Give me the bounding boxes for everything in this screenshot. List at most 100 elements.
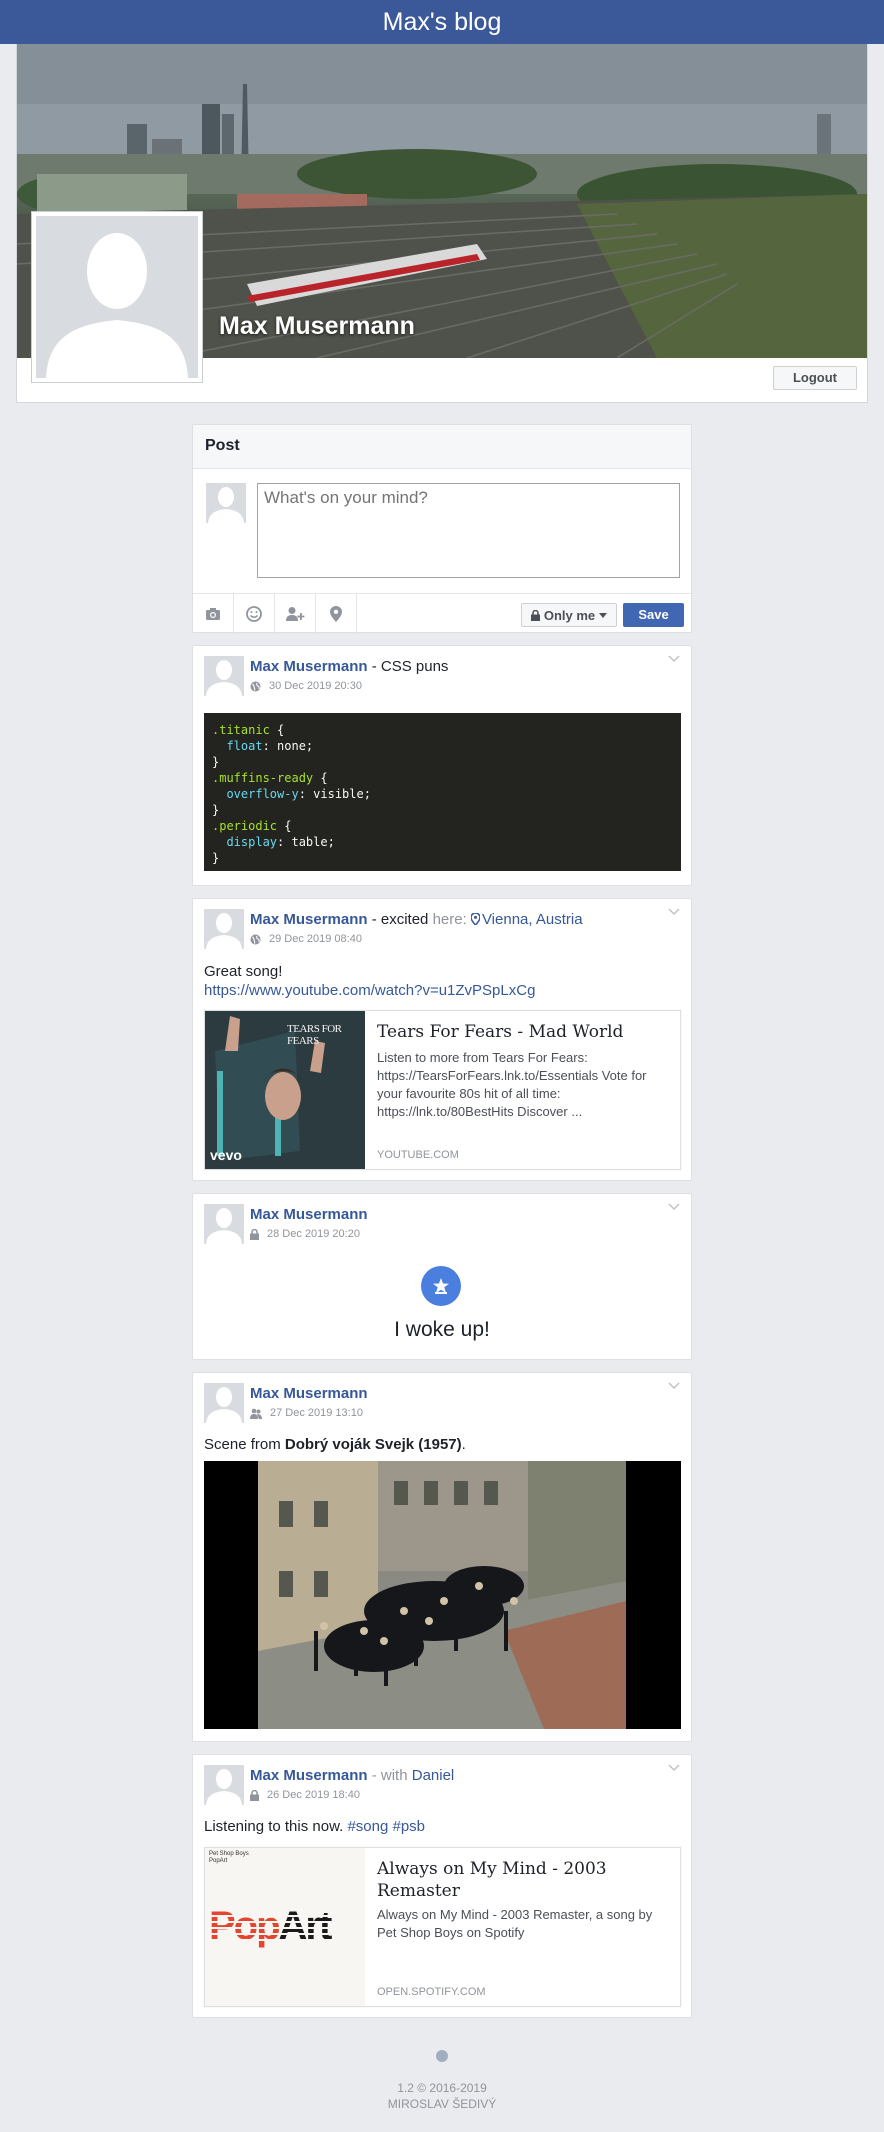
- tag-people-button[interactable]: [275, 594, 316, 634]
- post-meta: 30 Dec 2019 20:30: [250, 680, 362, 692]
- avatar-silhouette-icon: [208, 487, 244, 523]
- post-avatar[interactable]: [204, 656, 244, 696]
- avatar-silhouette-icon: [206, 1387, 242, 1423]
- post-with-label: - with: [367, 1767, 412, 1784]
- link-preview-card[interactable]: TEARS FOR FEARS vevo Tears For Fears - M…: [204, 1010, 681, 1170]
- avatar-silhouette-icon: [206, 660, 242, 696]
- post-author-link[interactable]: Max Musermann: [250, 1767, 368, 1784]
- video-frame: [204, 1461, 681, 1729]
- star-icon: [433, 1278, 449, 1294]
- post-avatar[interactable]: [204, 909, 244, 949]
- location-icon: [330, 606, 342, 622]
- chevron-down-icon[interactable]: [667, 1381, 681, 1391]
- chevron-down-icon[interactable]: [667, 1763, 681, 1773]
- lock-icon: [250, 1789, 259, 1801]
- post-location-link[interactable]: Vienna, Austria: [470, 911, 583, 928]
- friends-icon: [250, 1408, 262, 1419]
- post-avatar[interactable]: [204, 1765, 244, 1805]
- post-title: CSS puns: [380, 658, 449, 675]
- caret-down-icon: [599, 612, 608, 618]
- add-photo-button[interactable]: [193, 594, 234, 634]
- app-title: Max's blog: [382, 8, 502, 36]
- profile-header: Max Musermann Logout: [16, 44, 868, 403]
- life-event-icon: [421, 1266, 461, 1306]
- post-date[interactable]: 28 Dec 2019 20:20: [267, 1228, 360, 1240]
- post-meta: 27 Dec 2019 13:10: [250, 1407, 363, 1419]
- loading-indicator-icon: [436, 2050, 448, 2062]
- avatar-silhouette-icon: [206, 1769, 242, 1805]
- link-description: Always on My Mind - 2003 Remaster, a son…: [377, 1907, 653, 1940]
- life-event-text: I woke up!: [394, 1318, 490, 1341]
- post-author-link[interactable]: Max Musermann: [250, 1206, 368, 1223]
- footer: 1.2 © 2016-2019 MIROSLAV ŠEDIVÝ: [0, 2080, 884, 2112]
- link-domain: YOUTUBE.COM: [377, 1149, 459, 1161]
- link-preview-card[interactable]: Pet Shop Boys PopArt PopArt Always on My …: [204, 1847, 681, 2007]
- thumbnail-text: TEARS FOR FEARS: [287, 1023, 342, 1047]
- post-meta: 28 Dec 2019 20:20: [250, 1228, 360, 1240]
- video-thumbnail: TEARS FOR FEARS vevo: [205, 1011, 365, 1169]
- map-pin-icon: [470, 912, 481, 927]
- vevo-badge: vevo: [210, 1147, 242, 1163]
- post-author-link[interactable]: Max Musermann: [250, 1385, 368, 1402]
- privacy-label: Only me: [543, 607, 596, 623]
- hashtag-link[interactable]: #song: [347, 1818, 388, 1835]
- link-description: Listen to more from Tears For Fears: htt…: [377, 1050, 647, 1119]
- app-title-bar: Max's blog: [0, 0, 884, 44]
- tag-person-icon: [286, 607, 305, 621]
- post-card: Max Musermann 27 Dec 2019 13:10 Scene fr…: [192, 1372, 692, 1742]
- tagged-person-link[interactable]: Daniel: [412, 1767, 455, 1784]
- add-feeling-button[interactable]: [234, 594, 275, 634]
- post-date[interactable]: 30 Dec 2019 20:30: [269, 680, 362, 692]
- avatar-silhouette-icon: [36, 216, 198, 378]
- post-separator: -: [367, 658, 381, 675]
- code-block: .titanic { float: none; } .muffins-ready…: [204, 713, 681, 871]
- post-here-label: here:: [428, 911, 471, 928]
- post-composer: Post What's on your mind? Only me Save: [192, 424, 692, 634]
- link-title[interactable]: Always on My Mind - 2003 Remaster: [377, 1858, 672, 1902]
- chevron-down-icon[interactable]: [667, 907, 681, 917]
- lock-icon: [530, 609, 540, 621]
- album-cover: Pet Shop Boys PopArt PopArt: [205, 1848, 365, 2006]
- hashtag-link[interactable]: #psb: [392, 1818, 425, 1835]
- composer-heading: Post: [193, 425, 691, 469]
- avatar-silhouette-icon: [206, 1208, 242, 1244]
- post-text: Listening to this now. #song #psb: [204, 1818, 426, 1835]
- composer-toolbar: Only me Save: [193, 593, 691, 634]
- globe-icon: [250, 681, 261, 691]
- post-date[interactable]: 26 Dec 2019 18:40: [267, 1789, 360, 1801]
- post-body: Great song! https://www.youtube.com/watc…: [204, 962, 535, 1000]
- save-button[interactable]: Save: [623, 603, 684, 627]
- video-player[interactable]: [204, 1461, 681, 1729]
- chevron-down-icon[interactable]: [667, 654, 681, 664]
- add-location-button[interactable]: [316, 594, 357, 634]
- composer-avatar: [206, 483, 246, 523]
- post-url-link[interactable]: https://www.youtube.com/watch?v=u1ZvPSpL…: [204, 981, 535, 1000]
- post-feeling: - excited: [367, 911, 429, 928]
- post-author-link[interactable]: Max Musermann: [250, 658, 368, 675]
- footer-author[interactable]: MIROSLAV ŠEDIVÝ: [0, 2096, 884, 2112]
- post-header: Max Musermann - excited here: Vienna, Au…: [250, 911, 583, 928]
- post-text: Great song!: [204, 963, 283, 980]
- post-avatar[interactable]: [204, 1204, 244, 1244]
- post-card: Max Musermann - with Daniel 26 Dec 2019 …: [192, 1754, 692, 2018]
- chevron-down-icon[interactable]: [667, 1202, 681, 1212]
- post-text-input[interactable]: [257, 483, 680, 578]
- post-author-link[interactable]: Max Musermann: [250, 911, 368, 928]
- movie-title: Dobrý voják Svejk (1957): [284, 1436, 462, 1453]
- privacy-selector[interactable]: Only me: [521, 603, 617, 627]
- post-card: Max Musermann - excited here: Vienna, Au…: [192, 898, 692, 1181]
- profile-picture[interactable]: [31, 211, 203, 383]
- lock-icon: [250, 1228, 259, 1240]
- logout-button[interactable]: Logout: [773, 366, 857, 390]
- post-meta: 26 Dec 2019 18:40: [250, 1789, 360, 1801]
- footer-version: 1.2 © 2016-2019: [397, 2081, 487, 2095]
- post-header: Max Musermann: [250, 1206, 368, 1223]
- post-date[interactable]: 29 Dec 2019 08:40: [269, 933, 362, 945]
- camera-icon: [206, 608, 220, 620]
- link-title[interactable]: Tears For Fears - Mad World: [377, 1021, 672, 1043]
- post-header: Max Musermann - with Daniel: [250, 1767, 454, 1784]
- post-date[interactable]: 27 Dec 2019 13:10: [270, 1407, 363, 1419]
- post-meta: 29 Dec 2019 08:40: [250, 933, 362, 945]
- post-header: Max Musermann - CSS puns: [250, 658, 448, 675]
- post-avatar[interactable]: [204, 1383, 244, 1423]
